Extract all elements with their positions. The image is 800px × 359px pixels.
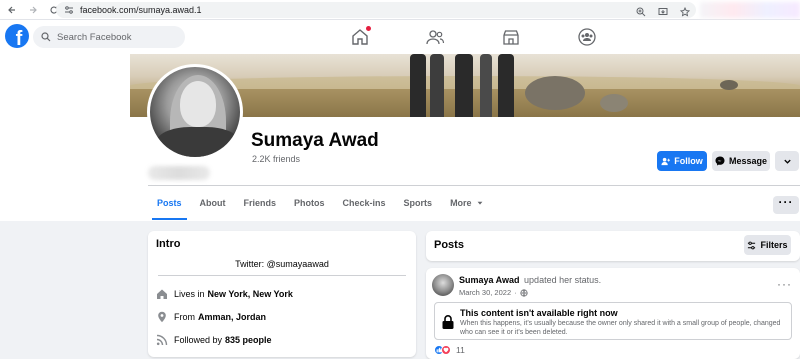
rss-icon bbox=[156, 334, 168, 346]
unavailable-title: This content isn't available right now bbox=[460, 308, 618, 318]
url-text: facebook.com/sumaya.awad.1 bbox=[80, 5, 202, 15]
caret-down-icon bbox=[477, 201, 482, 205]
globe-icon bbox=[520, 288, 528, 297]
follow-label: Follow bbox=[674, 156, 703, 166]
message-label: Message bbox=[728, 156, 768, 166]
cover-person bbox=[480, 54, 492, 117]
location-pin-icon bbox=[156, 311, 168, 323]
browser-toolbar: facebook.com/sumaya.awad.1 bbox=[0, 0, 800, 20]
post-action-text: updated her status. bbox=[524, 275, 602, 285]
tab-more-label: More bbox=[450, 198, 472, 208]
tab-photos[interactable]: Photos bbox=[285, 186, 334, 220]
post-options-icon[interactable]: ··· bbox=[777, 277, 792, 291]
from-value[interactable]: Amman, Jordan bbox=[198, 312, 266, 322]
groups-icon[interactable] bbox=[577, 27, 597, 47]
blurred-friend-avatars bbox=[148, 166, 210, 180]
tab-posts[interactable]: Posts bbox=[148, 186, 191, 220]
content-unavailable-box: This content isn't available right now W… bbox=[434, 302, 792, 340]
house-icon bbox=[156, 288, 168, 300]
cover-rock bbox=[525, 76, 585, 110]
back-icon[interactable] bbox=[3, 1, 21, 19]
search-placeholder: Search Facebook bbox=[57, 31, 132, 43]
post-meta: March 30, 2022 · bbox=[459, 288, 528, 297]
follow-button[interactable]: Follow bbox=[657, 151, 707, 171]
search-input[interactable]: Search Facebook bbox=[33, 26, 185, 48]
separator-dot: · bbox=[514, 288, 517, 297]
filters-label: Filters bbox=[760, 240, 788, 250]
profile-avatar[interactable] bbox=[147, 64, 243, 160]
intro-lives-in: Lives in New York, New York bbox=[156, 288, 293, 300]
message-button[interactable]: Message bbox=[712, 151, 770, 171]
home-icon[interactable] bbox=[350, 26, 371, 47]
filters-icon bbox=[748, 241, 756, 249]
profile-options-dropdown[interactable] bbox=[775, 151, 799, 171]
search-icon bbox=[41, 32, 51, 42]
unavailable-description: When this happens, it's usually because … bbox=[460, 320, 781, 336]
friends-count[interactable]: 2.2K friends bbox=[252, 154, 300, 164]
followed-value[interactable]: 835 people bbox=[225, 335, 272, 345]
intro-title: Intro bbox=[156, 238, 181, 250]
messenger-icon bbox=[715, 156, 725, 166]
lives-value[interactable]: New York, New York bbox=[208, 289, 293, 299]
tab-about[interactable]: About bbox=[191, 186, 235, 220]
url-actions bbox=[634, 5, 692, 19]
profile-name: Sumaya Awad bbox=[251, 130, 379, 151]
lives-prefix: Lives in bbox=[174, 289, 205, 299]
chevron-down-icon bbox=[783, 159, 791, 164]
filters-button[interactable]: Filters bbox=[744, 235, 791, 255]
intro-followed-by: Followed by 835 people bbox=[156, 334, 272, 346]
post-author-name[interactable]: Sumaya Awad bbox=[459, 275, 520, 285]
tab-sports[interactable]: Sports bbox=[395, 186, 442, 220]
more-dots-icon: ··· bbox=[778, 195, 794, 209]
posts-title: Posts bbox=[434, 239, 464, 251]
cover-rock bbox=[720, 80, 738, 90]
tab-check-ins[interactable]: Check-ins bbox=[334, 186, 395, 220]
lock-icon bbox=[442, 315, 454, 329]
cover-person bbox=[455, 54, 473, 117]
zoom-icon[interactable] bbox=[634, 5, 648, 19]
tab-more[interactable]: More bbox=[441, 186, 493, 220]
marketplace-icon[interactable] bbox=[501, 27, 521, 47]
cover-rock bbox=[600, 94, 628, 112]
posts-header-card: Posts Filters bbox=[426, 231, 800, 261]
intro-card: Intro Twitter: @sumayaawad Lives in New … bbox=[148, 231, 416, 357]
intro-divider bbox=[158, 275, 406, 276]
avatar-face bbox=[180, 81, 216, 127]
address-bar[interactable]: facebook.com/sumaya.awad.1 bbox=[56, 2, 696, 18]
forward-icon[interactable] bbox=[24, 1, 42, 19]
tabs-options-button[interactable]: ··· bbox=[773, 196, 799, 214]
avatar-body bbox=[156, 127, 240, 157]
intro-from: From Amman, Jordan bbox=[156, 311, 266, 323]
post-card: Sumaya Awad updated her status. March 30… bbox=[426, 268, 800, 359]
love-reaction-icon bbox=[441, 345, 451, 355]
site-info-icon[interactable] bbox=[64, 5, 74, 15]
reaction-count: 11 bbox=[456, 345, 465, 355]
install-app-icon[interactable] bbox=[656, 5, 670, 19]
notification-dot bbox=[366, 26, 371, 31]
facebook-logo-icon[interactable]: f bbox=[5, 24, 29, 48]
post-reactions[interactable]: 11 bbox=[434, 345, 465, 355]
cover-person bbox=[430, 54, 444, 117]
blurred-extensions bbox=[700, 2, 800, 18]
cover-person bbox=[498, 54, 514, 117]
cover-person bbox=[410, 54, 426, 117]
profile-header-left bbox=[0, 54, 130, 221]
tab-friends[interactable]: Friends bbox=[235, 186, 286, 220]
profile-tabs: Posts About Friends Photos Check-ins Spo… bbox=[148, 186, 493, 220]
post-date[interactable]: March 30, 2022 bbox=[459, 288, 511, 297]
follow-icon bbox=[661, 157, 671, 165]
post-author-line: Sumaya Awad updated her status. bbox=[459, 275, 601, 285]
followed-prefix: Followed by bbox=[174, 335, 223, 345]
post-author-avatar[interactable] bbox=[432, 274, 454, 296]
bookmark-star-icon[interactable] bbox=[678, 5, 692, 19]
facebook-header: f Search Facebook bbox=[0, 20, 800, 54]
from-prefix: From bbox=[174, 312, 195, 322]
friends-icon[interactable] bbox=[425, 27, 445, 47]
intro-bio: Twitter: @sumayaawad bbox=[235, 259, 329, 269]
